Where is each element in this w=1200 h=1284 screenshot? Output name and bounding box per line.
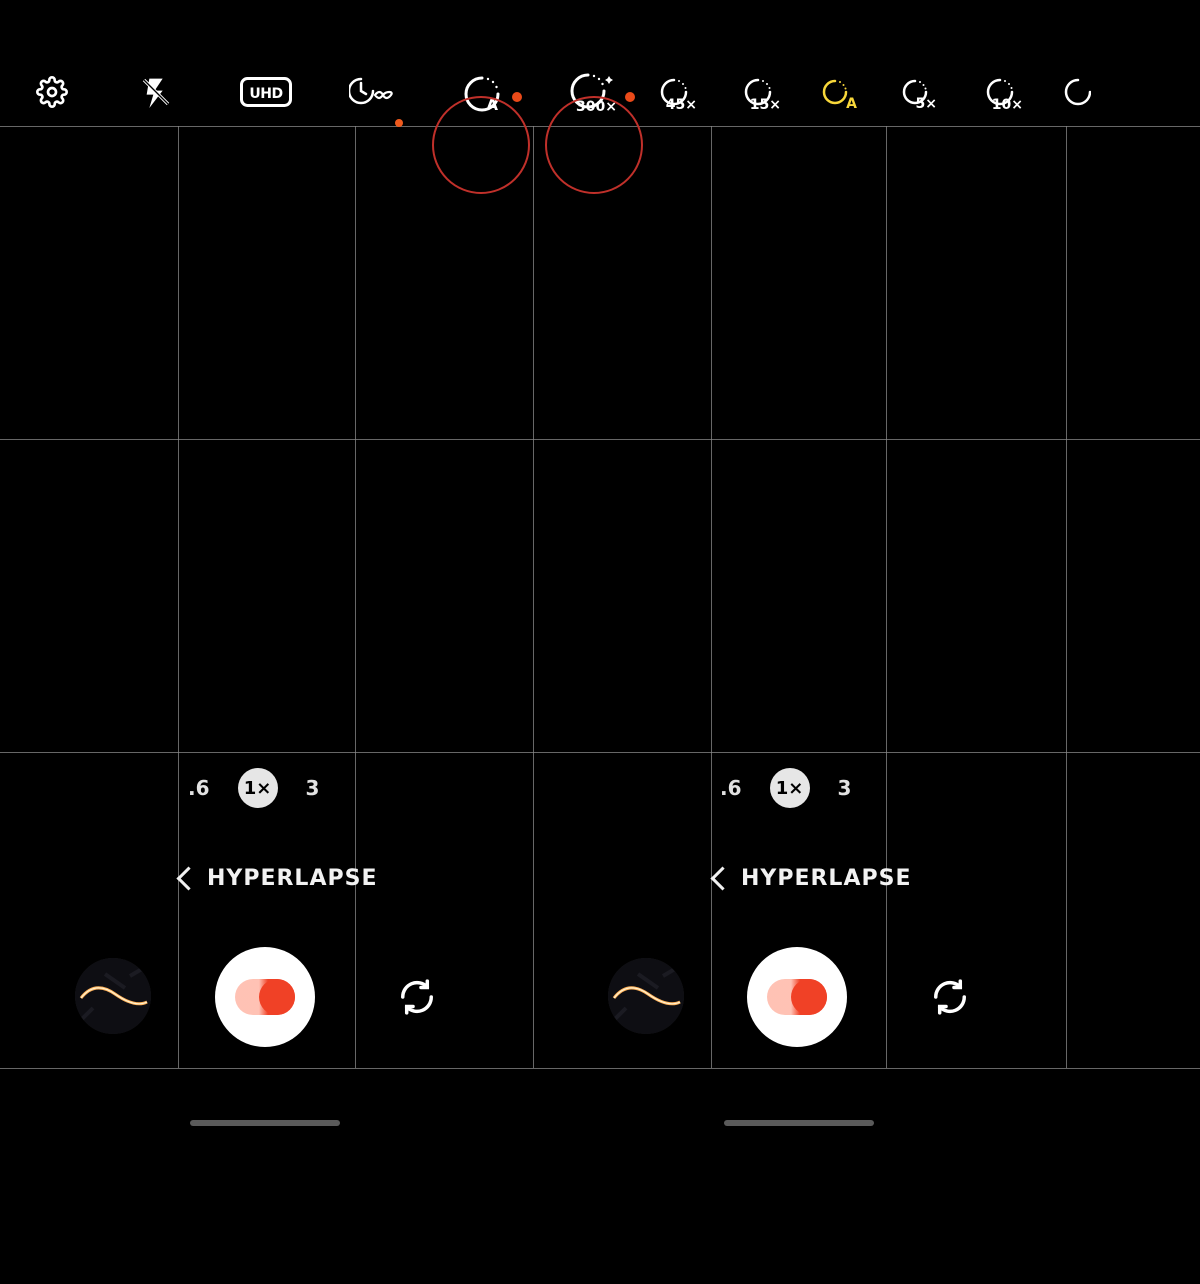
speed-option-5x[interactable]: 5×	[888, 56, 944, 128]
speed-option-auto[interactable]: A	[808, 56, 864, 128]
home-indicator	[724, 1120, 874, 1126]
speed-option-overflow[interactable]	[1056, 56, 1096, 128]
record-indicator-icon	[235, 979, 295, 1015]
zoom-selector[interactable]: .6 1× 3	[188, 768, 319, 808]
hyperlapse-speed-button[interactable]: A	[440, 56, 520, 128]
speed-10x-icon: 10×	[983, 75, 1019, 109]
change-indicator-dot	[395, 119, 403, 127]
chevron-left-icon	[176, 866, 200, 890]
speed-option-15x[interactable]: 15×	[728, 56, 790, 128]
speed-option-45x[interactable]: 45×	[644, 56, 706, 128]
speed-5x-icon: 5×	[899, 76, 933, 108]
speed-auto-selected-icon: A	[819, 76, 853, 108]
chevron-left-icon	[710, 866, 734, 890]
mode-selector[interactable]: HYPERLAPSE	[714, 866, 911, 891]
gallery-thumbnail[interactable]	[608, 958, 684, 1034]
camera-flip-button[interactable]	[928, 975, 972, 1019]
speed-45x-icon: 45×	[657, 75, 693, 109]
zoom-option-selected[interactable]: 1×	[238, 768, 278, 808]
mode-label: HYPERLAPSE	[741, 866, 911, 891]
zoom-option[interactable]: .6	[720, 776, 742, 800]
thumbnail-image	[608, 958, 684, 1034]
flip-icon	[931, 978, 969, 1016]
camera-flip-button[interactable]	[395, 975, 439, 1019]
flash-toggle[interactable]	[128, 56, 184, 128]
speed-15x-icon: 15×	[741, 75, 777, 109]
night-hyperlapse-speed-button[interactable]: 300×	[552, 56, 632, 128]
shutter-button[interactable]	[747, 947, 847, 1047]
gallery-thumbnail[interactable]	[75, 958, 151, 1034]
record-duration-button[interactable]	[338, 56, 406, 128]
shutter-button[interactable]	[215, 947, 315, 1047]
zoom-option[interactable]: 3	[838, 776, 852, 800]
mode-label: HYPERLAPSE	[207, 866, 377, 891]
svg-text:UHD: UHD	[249, 86, 282, 102]
speed-auto-icon: A	[460, 72, 500, 112]
thumbnail-image	[75, 958, 151, 1034]
duration-infinity-icon	[349, 75, 395, 109]
home-indicator	[190, 1120, 340, 1126]
resolution-toggle[interactable]: UHD	[230, 56, 302, 128]
zoom-option[interactable]: 3	[306, 776, 320, 800]
uhd-icon: UHD	[240, 77, 292, 107]
record-indicator-icon	[767, 979, 827, 1015]
speed-300x-icon: 300×	[566, 69, 618, 115]
zoom-option[interactable]: .6	[188, 776, 210, 800]
zoom-selector[interactable]: .6 1× 3	[720, 768, 851, 808]
speed-overflow-icon	[1061, 75, 1091, 109]
gear-icon	[36, 76, 68, 108]
flip-icon	[398, 978, 436, 1016]
mode-selector[interactable]: HYPERLAPSE	[180, 866, 377, 891]
flash-off-icon	[140, 76, 172, 108]
speed-option-10x[interactable]: 10×	[970, 56, 1032, 128]
zoom-option-selected[interactable]: 1×	[770, 768, 810, 808]
settings-button[interactable]	[24, 56, 80, 128]
